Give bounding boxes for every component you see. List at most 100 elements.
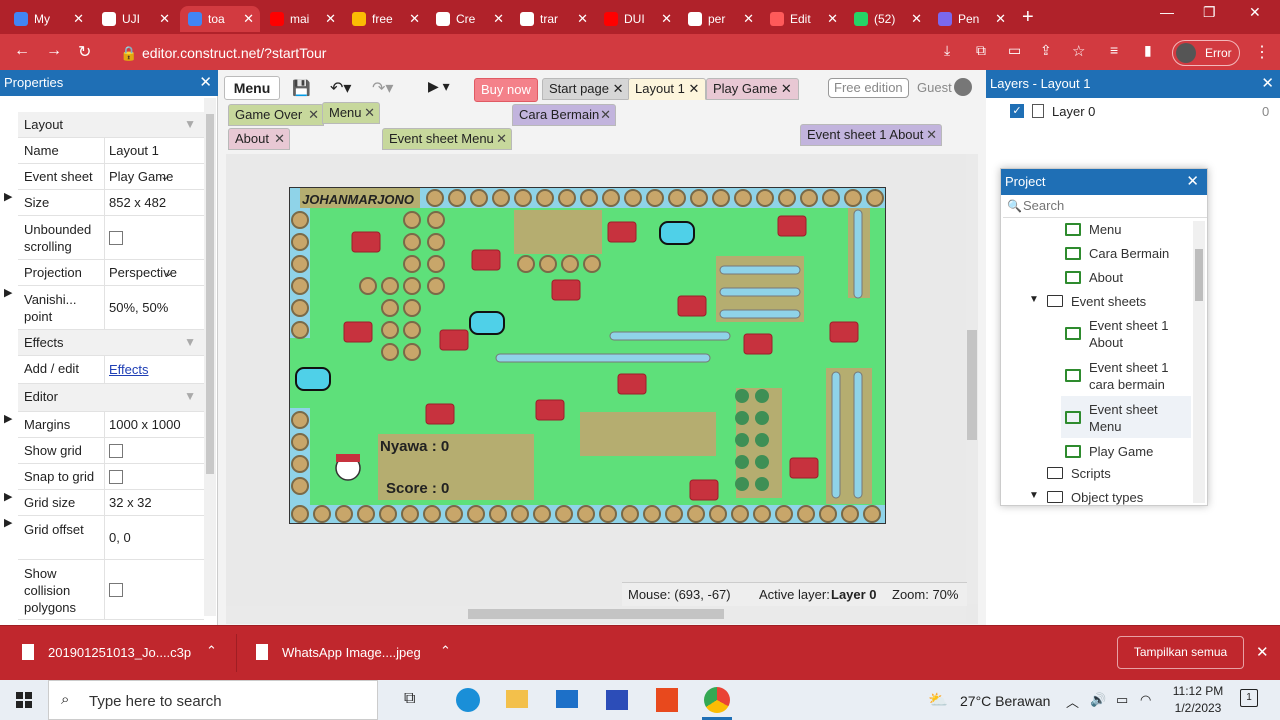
tab-close-icon[interactable]: ✕ bbox=[409, 11, 420, 27]
save-icon[interactable]: 💾 bbox=[292, 79, 311, 97]
property-value[interactable]: 50%, 50% bbox=[104, 286, 168, 329]
new-tab-button[interactable]: + bbox=[1022, 6, 1034, 29]
editor-tab[interactable]: Event sheet Menu ✕ bbox=[382, 128, 512, 150]
collapse-icon[interactable]: ▼ bbox=[184, 117, 196, 131]
property-checkbox[interactable] bbox=[109, 582, 123, 597]
layer-lock-icon[interactable] bbox=[1032, 104, 1044, 118]
restore-button[interactable]: ❐ bbox=[1203, 4, 1216, 21]
volume-icon[interactable]: 🔊 bbox=[1090, 692, 1106, 708]
show-all-button[interactable]: Tampilkan semua bbox=[1117, 636, 1244, 669]
property-row[interactable]: Event sheet Play Game ⌄ bbox=[18, 164, 204, 190]
tab-close-icon[interactable]: ✕ bbox=[493, 11, 504, 27]
menu-button[interactable]: Menu bbox=[224, 76, 280, 100]
property-value[interactable]: Perspective ⌄ bbox=[104, 260, 177, 285]
property-value[interactable]: 32 x 32 bbox=[104, 490, 152, 515]
tab-close-icon[interactable]: ✕ bbox=[600, 105, 611, 125]
clock-date[interactable]: 1/2/2023 bbox=[1168, 701, 1228, 715]
property-row[interactable]: Projection Perspective ⌄ bbox=[18, 260, 204, 286]
tab-close-icon[interactable]: ✕ bbox=[577, 11, 588, 27]
collapse-icon[interactable]: ▼ bbox=[184, 335, 196, 349]
tab-close-icon[interactable]: ✕ bbox=[325, 11, 336, 27]
tab-layout-1[interactable]: Layout 1 ✕ bbox=[628, 78, 707, 100]
browser-menu-icon[interactable]: ⋮ bbox=[1254, 42, 1270, 62]
project-tree-item[interactable]: Scripts bbox=[1071, 465, 1171, 482]
free-edition-badge[interactable]: Free edition bbox=[828, 78, 909, 98]
project-search-input[interactable] bbox=[1023, 198, 1203, 213]
property-value-text[interactable]: Effects bbox=[109, 362, 149, 377]
mail-icon[interactable] bbox=[556, 690, 578, 708]
project-tree-item[interactable]: About bbox=[1089, 269, 1189, 286]
tab-close-icon[interactable]: ✕ bbox=[661, 11, 672, 27]
project-tree-item[interactable]: Event sheet 1 cara bermain bbox=[1089, 359, 1189, 393]
property-value[interactable]: 1000 x 1000 bbox=[104, 412, 181, 437]
property-row[interactable]: Margins ▶ 1000 x 1000 bbox=[4, 412, 204, 438]
tab-close-icon[interactable]: ✕ bbox=[995, 11, 1006, 27]
tab-close-icon[interactable]: ✕ bbox=[496, 129, 507, 149]
tab-close-icon[interactable]: ✕ bbox=[827, 11, 838, 27]
forward-icon[interactable]: → bbox=[46, 42, 62, 60]
chrome-icon[interactable] bbox=[704, 687, 730, 713]
expand-arrow-icon[interactable]: ▶ bbox=[4, 516, 12, 529]
project-tree-item[interactable]: Play Game bbox=[1089, 443, 1189, 460]
file-explorer-icon[interactable] bbox=[506, 690, 528, 708]
project-scrollbar[interactable] bbox=[1193, 221, 1205, 503]
property-row[interactable]: Size ▶ 852 x 482 bbox=[4, 190, 204, 216]
canvas-hscroll-thumb[interactable] bbox=[468, 609, 724, 619]
clock-time[interactable]: 11:12 PM bbox=[1168, 684, 1228, 698]
download-item-1[interactable]: 201901251013_Jo....c3p bbox=[48, 645, 191, 660]
editor-tab[interactable]: Cara Bermain ✕ bbox=[512, 104, 616, 126]
property-row[interactable]: Grid size ▶ 32 x 32 bbox=[4, 490, 204, 516]
property-value[interactable] bbox=[104, 464, 123, 489]
properties-scrollbar[interactable] bbox=[204, 98, 216, 616]
project-tree-item[interactable]: Event sheets bbox=[1071, 293, 1171, 310]
expand-arrow-icon[interactable]: ▶ bbox=[4, 286, 12, 299]
canvas-vscroll-thumb[interactable] bbox=[967, 330, 977, 440]
preview-play-icon[interactable]: ▶ ▾ bbox=[428, 78, 450, 95]
property-value[interactable]: Layout 1 bbox=[104, 138, 159, 163]
browser-tab[interactable]: My ✕ bbox=[6, 6, 90, 32]
download-icon[interactable]: ⤓ bbox=[944, 42, 950, 59]
url-field[interactable]: 🔒 editor.construct.net/?startTour bbox=[110, 40, 930, 66]
project-tree-item[interactable]: Event sheet 1 About bbox=[1089, 317, 1189, 351]
property-row[interactable]: Add / edit Effects bbox=[18, 356, 204, 384]
expand-arrow-icon[interactable]: ▶ bbox=[4, 490, 12, 503]
property-row[interactable]: Name Layout 1 bbox=[18, 138, 204, 164]
property-row[interactable]: Unbounded scrolling bbox=[18, 216, 204, 260]
property-value[interactable] bbox=[104, 438, 123, 463]
share-icon[interactable]: ⇪ bbox=[1040, 42, 1052, 59]
tab-close-icon[interactable]: ✕ bbox=[159, 11, 170, 27]
browser-tab[interactable]: Edit ✕ bbox=[762, 6, 844, 32]
browser-tab[interactable]: trar ✕ bbox=[512, 6, 594, 32]
expand-arrow-icon[interactable]: ▶ bbox=[4, 190, 12, 203]
project-tree-item[interactable]: Cara Bermain bbox=[1089, 245, 1189, 262]
project-tree-item[interactable]: Object types bbox=[1071, 489, 1171, 506]
browser-tab[interactable]: per ✕ bbox=[680, 6, 760, 32]
browser-tab[interactable]: toa ✕ bbox=[180, 6, 260, 32]
browser-tab[interactable]: Pen ✕ bbox=[930, 6, 1012, 32]
properties-scroll-thumb[interactable] bbox=[206, 114, 214, 474]
tab-close-icon[interactable]: ✕ bbox=[926, 125, 937, 145]
property-value[interactable]: Effects bbox=[104, 356, 149, 383]
reload-icon[interactable]: ↻ bbox=[78, 42, 91, 62]
chevron-up-icon[interactable]: ⌃ bbox=[206, 643, 217, 659]
layers-close-icon[interactable]: ✕ bbox=[1261, 70, 1274, 98]
browser-tab[interactable]: Cre ✕ bbox=[428, 6, 510, 32]
project-scroll-thumb[interactable] bbox=[1195, 249, 1203, 301]
undo-icon[interactable]: ↶▾ bbox=[330, 78, 351, 98]
tab-start-page[interactable]: Start page ✕ bbox=[542, 78, 631, 100]
window-close-button[interactable]: ✕ bbox=[1249, 4, 1261, 21]
windows-start-icon[interactable] bbox=[16, 692, 32, 708]
battery-icon[interactable]: ▭ bbox=[1116, 692, 1128, 708]
property-value[interactable] bbox=[104, 560, 123, 619]
property-row[interactable]: Show collision polygons bbox=[18, 560, 204, 620]
property-value[interactable] bbox=[104, 216, 123, 259]
layer-name[interactable]: Layer 0 bbox=[1052, 104, 1095, 119]
property-row[interactable]: Show grid bbox=[18, 438, 204, 464]
media-icon[interactable]: ≡ bbox=[1110, 42, 1118, 58]
tab-close-icon[interactable]: ✕ bbox=[243, 11, 254, 27]
office-icon[interactable] bbox=[656, 688, 678, 712]
dropdown-chevron-icon[interactable]: ⌄ bbox=[160, 170, 169, 183]
whiteboard-icon[interactable] bbox=[606, 690, 628, 710]
project-tree-item[interactable]: Menu bbox=[1089, 221, 1189, 238]
game-layout[interactable]: JOHANMARJONO Nyawa : 0 Score : 0 bbox=[289, 187, 886, 524]
